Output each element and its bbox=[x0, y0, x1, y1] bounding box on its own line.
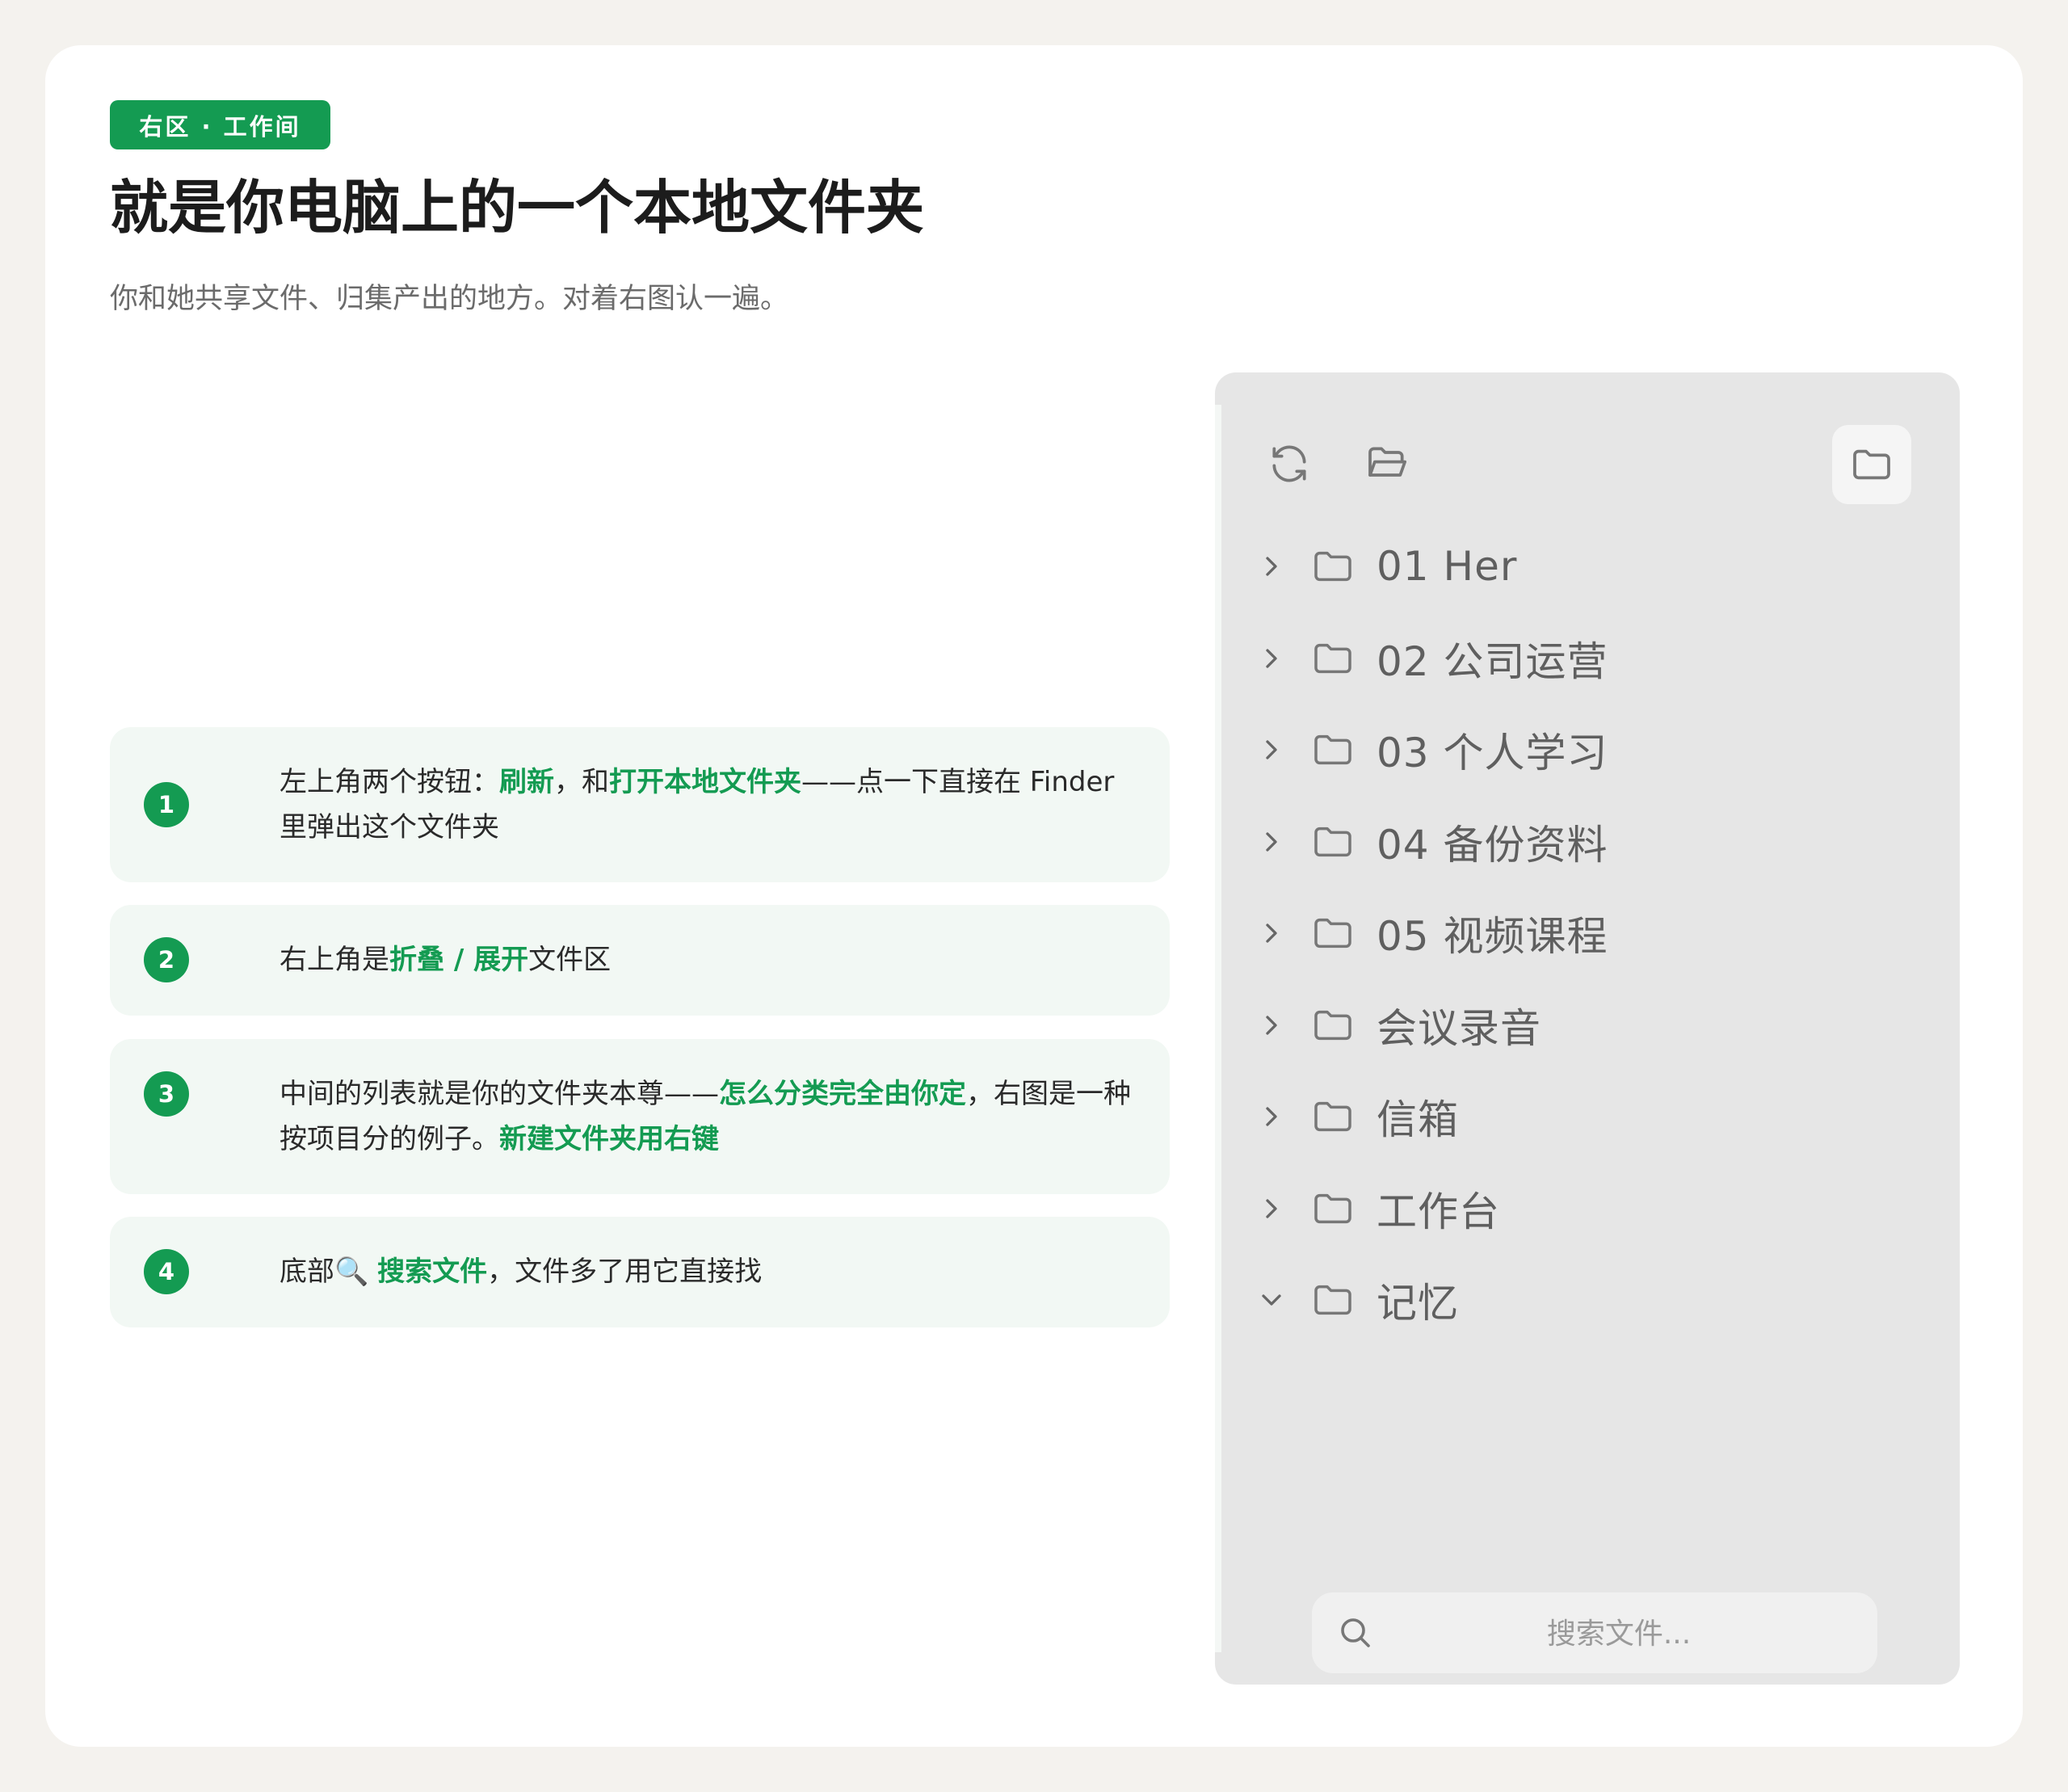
folder-label: 05 视频课程 bbox=[1377, 913, 1608, 960]
folder-label: 信箱 bbox=[1377, 1096, 1459, 1143]
folder-icon bbox=[1314, 734, 1351, 765]
folder-icon bbox=[1314, 1101, 1351, 1132]
step-text-segment: 中间的列表就是你的文件夹本尊—— bbox=[280, 1078, 719, 1110]
step-text: 中间的列表就是你的文件夹本尊——怎么分类完全由你定，右图是一种按项目分的例子。新… bbox=[280, 1071, 1137, 1162]
content-card: 右区 · 工作间 就是你电脑上的一个本地文件夹 你和她共享文件、归集产出的地方。… bbox=[45, 45, 2023, 1747]
folder-icon bbox=[1853, 449, 1890, 480]
chevron-right-icon[interactable] bbox=[1255, 642, 1288, 675]
search-icon bbox=[1341, 1618, 1370, 1647]
step-text-segment: 左上角两个按钮： bbox=[280, 766, 499, 798]
highlight-text: 打开本地文件夹 bbox=[609, 766, 801, 798]
chevron-right-icon[interactable] bbox=[1255, 1193, 1288, 1225]
folder-row[interactable]: 04 备份资料 bbox=[1255, 801, 1918, 882]
folder-row[interactable]: 05 视频课程 bbox=[1255, 893, 1918, 974]
chevron-right-icon[interactable] bbox=[1255, 1009, 1288, 1041]
highlight-text: 搜索文件 bbox=[377, 1256, 488, 1288]
highlight-text: 折叠 / 展开 bbox=[389, 944, 529, 976]
folder-row[interactable]: 02 公司运营 bbox=[1255, 618, 1918, 699]
folder-label: 会议录音 bbox=[1377, 1004, 1541, 1052]
step-text-segment: ，文件多了用它直接找 bbox=[487, 1256, 763, 1288]
folder-label: 04 备份资料 bbox=[1377, 821, 1608, 869]
step-number: 2 bbox=[144, 937, 189, 982]
step-text-segment: 右上角是 bbox=[280, 944, 389, 976]
folder-label: 记忆 bbox=[1377, 1280, 1459, 1327]
chevron-right-icon[interactable] bbox=[1255, 826, 1288, 858]
step-text-segment: 底部🔍 bbox=[280, 1256, 378, 1288]
panel-edge bbox=[1215, 405, 1221, 1652]
folder-icon bbox=[1314, 643, 1351, 673]
step-card-4: 4 底部🔍 搜索文件，文件多了用它直接找 bbox=[110, 1217, 1170, 1327]
refresh-icon[interactable] bbox=[1267, 441, 1312, 486]
step-text-segment: ，和 bbox=[554, 766, 609, 798]
step-card-2: 2 右上角是折叠 / 展开文件区 bbox=[110, 905, 1170, 1016]
section-tag: 右区 · 工作间 bbox=[110, 100, 330, 149]
folder-row[interactable]: 工作台 bbox=[1255, 1168, 1918, 1249]
chevron-right-icon[interactable] bbox=[1255, 550, 1288, 583]
page-title: 就是你电脑上的一个本地文件夹 bbox=[110, 174, 925, 242]
highlight-text: 怎么分类完全由你定 bbox=[719, 1078, 966, 1110]
folder-icon bbox=[1314, 918, 1351, 949]
folder-open-icon[interactable] bbox=[1364, 441, 1410, 486]
step-card-3: 3 中间的列表就是你的文件夹本尊——怎么分类完全由你定，右图是一种按项目分的例子… bbox=[110, 1039, 1170, 1194]
folder-row[interactable]: 01 Her bbox=[1255, 526, 1918, 607]
folder-label: 工作台 bbox=[1377, 1188, 1500, 1235]
folder-label: 01 Her bbox=[1377, 543, 1518, 590]
folder-label: 02 公司运营 bbox=[1377, 637, 1608, 685]
collapse-toggle-button[interactable] bbox=[1832, 425, 1911, 504]
file-search-bar[interactable] bbox=[1312, 1592, 1877, 1675]
step-number: 4 bbox=[144, 1249, 189, 1294]
folder-label: 03 个人学习 bbox=[1377, 730, 1608, 776]
step-text: 右上角是折叠 / 展开文件区 bbox=[280, 937, 1137, 982]
chevron-right-icon[interactable] bbox=[1255, 917, 1288, 949]
folder-icon bbox=[1314, 1193, 1351, 1223]
folder-row[interactable]: 03 个人学习 bbox=[1255, 709, 1918, 790]
folder-row[interactable]: 信箱 bbox=[1255, 1076, 1918, 1157]
chevron-right-icon[interactable] bbox=[1255, 1100, 1288, 1133]
highlight-text: 刷新 bbox=[499, 766, 554, 798]
chevron-right-icon[interactable] bbox=[1255, 734, 1288, 766]
step-number: 3 bbox=[144, 1071, 189, 1117]
folder-row[interactable]: 会议录音 bbox=[1255, 985, 1918, 1066]
folder-icon bbox=[1314, 551, 1351, 582]
folder-row[interactable]: 记忆 bbox=[1255, 1260, 1918, 1340]
chevron-down-icon[interactable] bbox=[1255, 1284, 1288, 1316]
workspace-panel: 01 Her 02 公司运营 03 个人学习 04 备份资料 05 视频课程 会议录音信箱… bbox=[1215, 372, 1960, 1685]
step-text: 底部🔍 搜索文件，文件多了用它直接找 bbox=[280, 1249, 1137, 1294]
step-card-1: 1 左上角两个按钮：刷新，和打开本地文件夹——点一下直接在 Finder 里弹出… bbox=[110, 727, 1170, 882]
search-input[interactable] bbox=[1385, 1592, 1853, 1675]
page-subtitle: 你和她共享文件、归集产出的地方。对着右图认一遍。 bbox=[110, 283, 789, 315]
step-number: 1 bbox=[144, 782, 189, 827]
step-text-segment: 文件区 bbox=[528, 944, 612, 976]
folder-icon bbox=[1314, 827, 1351, 856]
step-text: 左上角两个按钮：刷新，和打开本地文件夹——点一下直接在 Finder 里弹出这个… bbox=[280, 759, 1137, 850]
folder-icon bbox=[1314, 1010, 1351, 1040]
folder-icon bbox=[1314, 1285, 1351, 1315]
highlight-text: 新建文件夹用右键 bbox=[499, 1123, 719, 1155]
